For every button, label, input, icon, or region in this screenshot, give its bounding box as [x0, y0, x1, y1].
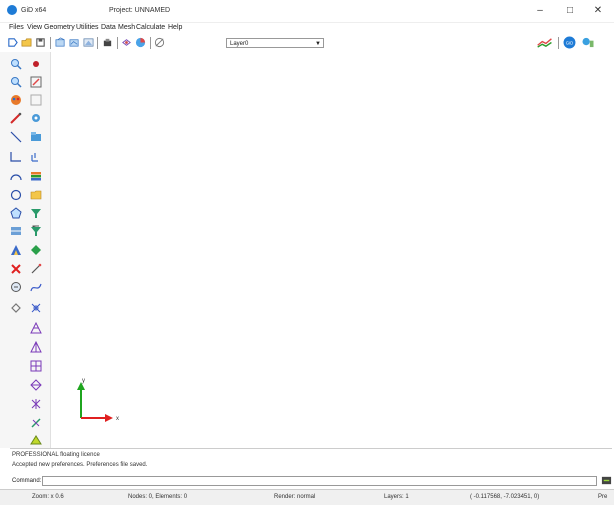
menu-mesh[interactable]: Mesh — [118, 24, 135, 31]
menu-geometry[interactable]: Geometry — [44, 24, 75, 31]
circle-icon[interactable] — [10, 189, 22, 201]
status-zoom: Zoom: x 0.6 — [32, 494, 64, 500]
zoom-window-icon[interactable] — [55, 37, 66, 48]
open-icon[interactable] — [21, 37, 32, 48]
mesh-quad-icon[interactable] — [30, 360, 42, 372]
layers-icon[interactable] — [30, 170, 42, 182]
log-line: Accepted new preferences. Preferences fi… — [12, 462, 148, 468]
surface-icon[interactable] — [30, 94, 42, 106]
toolbar-separator — [117, 37, 118, 49]
command-bar: Command: — [10, 475, 614, 488]
toolbar-separator — [97, 37, 98, 49]
menu-files[interactable]: Files — [9, 24, 24, 31]
mesh-icon[interactable] — [30, 322, 42, 334]
point-icon[interactable] — [30, 58, 42, 70]
menu-view[interactable]: View — [27, 24, 42, 31]
mesh-smooth-icon[interactable] — [30, 433, 42, 445]
axis-triad: y x — [77, 378, 119, 422]
polyline-icon[interactable] — [10, 151, 22, 163]
status-render: Render: normal — [274, 494, 316, 500]
postprocess-icon[interactable] — [536, 37, 554, 48]
mesh-tool-icon[interactable] — [30, 417, 42, 429]
svg-text:GiD: GiD — [566, 41, 573, 46]
command-run-icon[interactable] — [601, 475, 612, 486]
render-icon[interactable] — [83, 37, 94, 48]
layer-icon[interactable] — [121, 37, 132, 48]
new-icon[interactable] — [7, 37, 18, 48]
mesh-edit-icon[interactable] — [30, 379, 42, 391]
status-mode: Pre — [598, 494, 608, 500]
toolbar-separator — [50, 37, 51, 49]
title-bar: GiD x64 Project: UNNAMED – □ ✕ — [0, 0, 614, 23]
menu-utilities[interactable]: Utilities — [76, 24, 99, 31]
log-line: PROFESSIONAL floating licence — [12, 452, 100, 458]
y-axis-label: y — [82, 378, 85, 384]
cut-icon[interactable] — [102, 37, 113, 48]
assign-icon[interactable] — [10, 244, 22, 256]
nurbs-icon[interactable] — [30, 131, 42, 143]
view-icon[interactable] — [154, 37, 165, 48]
save-icon[interactable] — [35, 37, 46, 48]
color-palette-icon[interactable] — [10, 94, 22, 106]
minimize-button[interactable]: – — [526, 3, 554, 19]
polygon-icon[interactable] — [10, 207, 22, 219]
funnel-icon[interactable] — [30, 225, 42, 237]
curve-icon[interactable] — [30, 281, 42, 293]
maximize-button[interactable]: □ — [556, 3, 584, 19]
menu-bar: Files View Geometry Utilities Data Mesh … — [0, 22, 614, 34]
x-axis-arrow — [105, 414, 113, 422]
status-coordinates: ( -0.117568, -7.023451, 0) — [470, 494, 540, 500]
line-icon[interactable] — [10, 131, 22, 143]
menu-help[interactable]: Help — [168, 24, 182, 31]
layer-dropdown-value: Layer0 — [230, 41, 249, 47]
status-layers: Layers: 1 — [384, 494, 409, 500]
status-bar: Zoom: x 0.6 Nodes: 0, Elements: 0 Render… — [0, 489, 614, 505]
delete-icon[interactable] — [10, 263, 22, 275]
copy-icon[interactable] — [10, 281, 22, 293]
surface-nurbs-icon[interactable] — [10, 225, 22, 237]
graphics-viewport[interactable]: y x — [51, 52, 614, 448]
zoom-out-icon[interactable] — [10, 76, 22, 88]
gid-app-icon — [7, 5, 17, 15]
tools-sidebar — [0, 52, 51, 448]
diamond-icon[interactable] — [30, 244, 42, 256]
layer-dropdown[interactable]: Layer0 ▼ — [226, 38, 324, 48]
mesh-refine-icon[interactable] — [30, 398, 42, 410]
app-title: GiD x64 — [21, 7, 47, 14]
command-label: Command: — [12, 478, 42, 484]
menu-data[interactable]: Data — [101, 24, 116, 31]
main-toolbar: Layer0 ▼ GiD — [0, 34, 614, 53]
x-axis-label: x — [116, 416, 119, 422]
message-log: PROFESSIONAL floating licence Accepted n… — [10, 448, 612, 474]
rotate-icon[interactable] — [30, 112, 42, 124]
toolbar-separator — [150, 37, 151, 49]
filter-icon[interactable] — [30, 207, 42, 219]
status-nodes: Nodes: 0, Elements: 0 — [128, 494, 188, 500]
arc-icon[interactable] — [10, 170, 22, 182]
zoom-in-icon[interactable] — [10, 58, 22, 70]
edit-icon[interactable] — [30, 76, 42, 88]
extrude-icon[interactable] — [30, 302, 42, 314]
pencil-line-icon[interactable] — [10, 112, 22, 124]
toolbar-separator — [558, 37, 559, 49]
command-input[interactable] — [42, 476, 597, 486]
gid-logo-icon[interactable]: GiD — [563, 36, 576, 49]
wand-icon[interactable] — [30, 263, 42, 275]
chevron-down-icon: ▼ — [315, 41, 321, 47]
folder-icon[interactable] — [30, 189, 42, 201]
mesh-structured-icon[interactable] — [30, 341, 42, 353]
help-icon[interactable] — [581, 37, 595, 48]
close-button[interactable]: ✕ — [584, 3, 612, 19]
menu-calculate[interactable]: Calculate — [136, 24, 165, 31]
color-icon[interactable] — [135, 37, 146, 48]
move-icon[interactable] — [10, 302, 22, 314]
zoom-frame-icon[interactable] — [69, 37, 80, 48]
project-title: Project: UNNAMED — [109, 7, 171, 14]
volume-icon[interactable] — [30, 151, 42, 163]
